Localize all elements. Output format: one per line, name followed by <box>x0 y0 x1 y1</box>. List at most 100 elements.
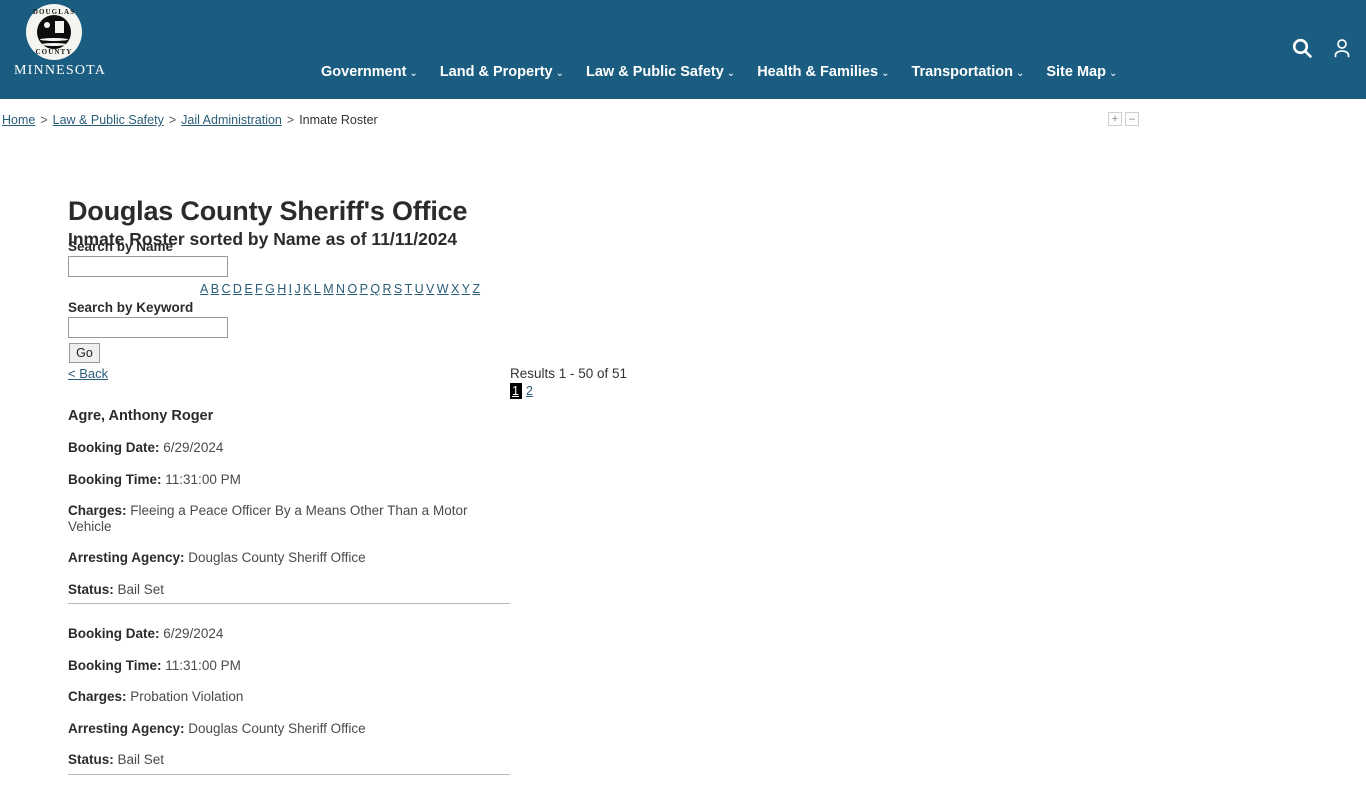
state-label: MINNESOTA <box>14 63 94 79</box>
alpha-link-j[interactable]: J <box>295 282 301 296</box>
alpha-link-l[interactable]: L <box>314 282 321 296</box>
increase-text-size-button[interactable]: + <box>1108 112 1122 126</box>
breadcrumb-item-home[interactable]: Home <box>2 113 35 127</box>
nav-label: Transportation <box>911 64 1013 80</box>
alpha-link-a[interactable]: A <box>200 282 208 296</box>
seal-emblem <box>37 15 71 49</box>
arresting-agency-row: Arresting Agency: Douglas County Sheriff… <box>68 550 510 566</box>
arresting-agency-label: Arresting Agency: <box>68 721 185 736</box>
alpha-link-n[interactable]: N <box>336 282 345 296</box>
alpha-link-t[interactable]: T <box>405 282 413 296</box>
pagination-current-page[interactable]: 1 <box>510 383 522 399</box>
charges-label: Charges: <box>68 689 127 704</box>
arresting-agency-value: Douglas County Sheriff Office <box>188 550 365 565</box>
nav-item-health-families[interactable]: Health & Families⌄ <box>746 64 900 80</box>
results-count-text: Results 1 - 50 of 51 <box>510 366 627 381</box>
breadcrumb: Home>Law & Public Safety>Jail Administra… <box>2 113 378 127</box>
go-button[interactable]: Go <box>69 343 100 363</box>
status-value: Bail Set <box>118 582 165 597</box>
record-divider <box>68 774 510 775</box>
building-shape <box>55 21 64 33</box>
site-logo[interactable]: DOUGLAS COUNTY MINNESOTA <box>14 4 94 79</box>
nav-label: Site Map <box>1046 64 1106 80</box>
alphabet-filter-links: ABCDEFGHIJKLMNOPQRSTUVWXYZ <box>200 282 480 296</box>
arresting-agency-label: Arresting Agency: <box>68 550 185 565</box>
status-label: Status: <box>68 582 114 597</box>
page-title: Douglas County Sheriff's Office <box>68 196 467 227</box>
nav-label: Health & Families <box>757 64 878 80</box>
text-size-controls: + – <box>1108 112 1139 126</box>
alpha-link-z[interactable]: Z <box>472 282 480 296</box>
alpha-link-c[interactable]: C <box>221 282 230 296</box>
alpha-link-r[interactable]: R <box>382 282 391 296</box>
breadcrumb-separator: > <box>282 113 299 127</box>
booking-time-row: Booking Time: 11:31:00 PM <box>68 658 510 674</box>
nav-item-transportation[interactable]: Transportation⌄ <box>900 64 1035 80</box>
booking-time-label: Booking Time: <box>68 658 162 673</box>
alpha-link-m[interactable]: M <box>323 282 333 296</box>
booking-date-row: Booking Date: 6/29/2024 <box>68 626 510 642</box>
booking-entry: Booking Date: 6/29/2024 Booking Time: 11… <box>68 626 510 768</box>
charges-row: Charges: Fleeing a Peace Officer By a Me… <box>68 503 510 534</box>
alpha-link-q[interactable]: Q <box>370 282 380 296</box>
chevron-down-icon: ⌄ <box>1109 68 1117 79</box>
alpha-link-v[interactable]: V <box>426 282 434 296</box>
alpha-link-s[interactable]: S <box>394 282 402 296</box>
alpha-link-x[interactable]: X <box>451 282 459 296</box>
booking-date-value: 6/29/2024 <box>163 626 223 641</box>
pagination: 12 <box>510 384 627 398</box>
alpha-link-w[interactable]: W <box>437 282 449 296</box>
user-account-icon[interactable] <box>1330 36 1354 60</box>
breadcrumb-item-jail-administration[interactable]: Jail Administration <box>181 113 282 127</box>
alpha-link-k[interactable]: K <box>303 282 311 296</box>
charges-label: Charges: <box>68 503 127 518</box>
search-keyword-input[interactable] <box>68 317 228 338</box>
nav-item-law-public-safety[interactable]: Law & Public Safety⌄ <box>575 64 746 80</box>
booking-time-value: 11:31:00 PM <box>165 658 241 673</box>
search-name-input[interactable] <box>68 256 228 277</box>
alpha-link-g[interactable]: G <box>265 282 275 296</box>
breadcrumb-separator: > <box>164 113 181 127</box>
nav-item-government[interactable]: Government⌄ <box>310 64 429 80</box>
nav-item-land-property[interactable]: Land & Property⌄ <box>429 64 575 80</box>
chevron-down-icon: ⌄ <box>727 68 735 79</box>
search-by-name-label: Search by Name <box>68 239 173 254</box>
status-row: Status: Bail Set <box>68 752 510 768</box>
inmate-name: Agre, Anthony Roger <box>68 408 510 424</box>
breadcrumb-separator: > <box>35 113 52 127</box>
chevron-down-icon: ⌄ <box>409 68 417 79</box>
pagination-page-2[interactable]: 2 <box>526 384 533 398</box>
status-value: Bail Set <box>118 752 165 767</box>
decrease-text-size-button[interactable]: – <box>1125 112 1139 126</box>
booking-time-label: Booking Time: <box>68 472 162 487</box>
douglas-county-seal-icon: DOUGLAS COUNTY <box>26 4 82 60</box>
alpha-link-p[interactable]: P <box>360 282 368 296</box>
alpha-link-i[interactable]: I <box>289 282 292 296</box>
nav-item-site-map[interactable]: Site Map⌄ <box>1035 64 1128 80</box>
alpha-link-y[interactable]: Y <box>462 282 470 296</box>
breadcrumb-item-law-public-safety[interactable]: Law & Public Safety <box>53 113 164 127</box>
booking-date-value: 6/29/2024 <box>163 440 223 455</box>
booking-time-row: Booking Time: 11:31:00 PM <box>68 472 510 488</box>
charges-row: Charges: Probation Violation <box>68 689 510 705</box>
chevron-down-icon: ⌄ <box>881 68 889 79</box>
alpha-link-d[interactable]: D <box>233 282 242 296</box>
arresting-agency-value: Douglas County Sheriff Office <box>188 721 365 736</box>
alpha-link-b[interactable]: B <box>211 282 219 296</box>
alpha-link-h[interactable]: H <box>277 282 286 296</box>
booking-entry: Booking Date: 6/29/2024 Booking Time: 11… <box>68 440 510 597</box>
search-icon[interactable] <box>1290 36 1314 60</box>
main-navigation: Government⌄ Land & Property⌄ Law & Publi… <box>310 64 1128 80</box>
breadcrumb-item-inmate-roster: Inmate Roster <box>299 113 378 127</box>
booking-date-row: Booking Date: 6/29/2024 <box>68 440 510 456</box>
chevron-down-icon: ⌄ <box>1016 68 1024 79</box>
alpha-link-u[interactable]: U <box>415 282 424 296</box>
nav-label: Law & Public Safety <box>586 64 724 80</box>
back-link[interactable]: < Back <box>68 366 108 381</box>
alpha-link-e[interactable]: E <box>244 282 252 296</box>
alpha-link-f[interactable]: F <box>255 282 263 296</box>
status-row: Status: Bail Set <box>68 582 510 598</box>
nav-label: Government <box>321 64 406 80</box>
alpha-link-o[interactable]: O <box>347 282 357 296</box>
record-divider <box>68 603 510 604</box>
